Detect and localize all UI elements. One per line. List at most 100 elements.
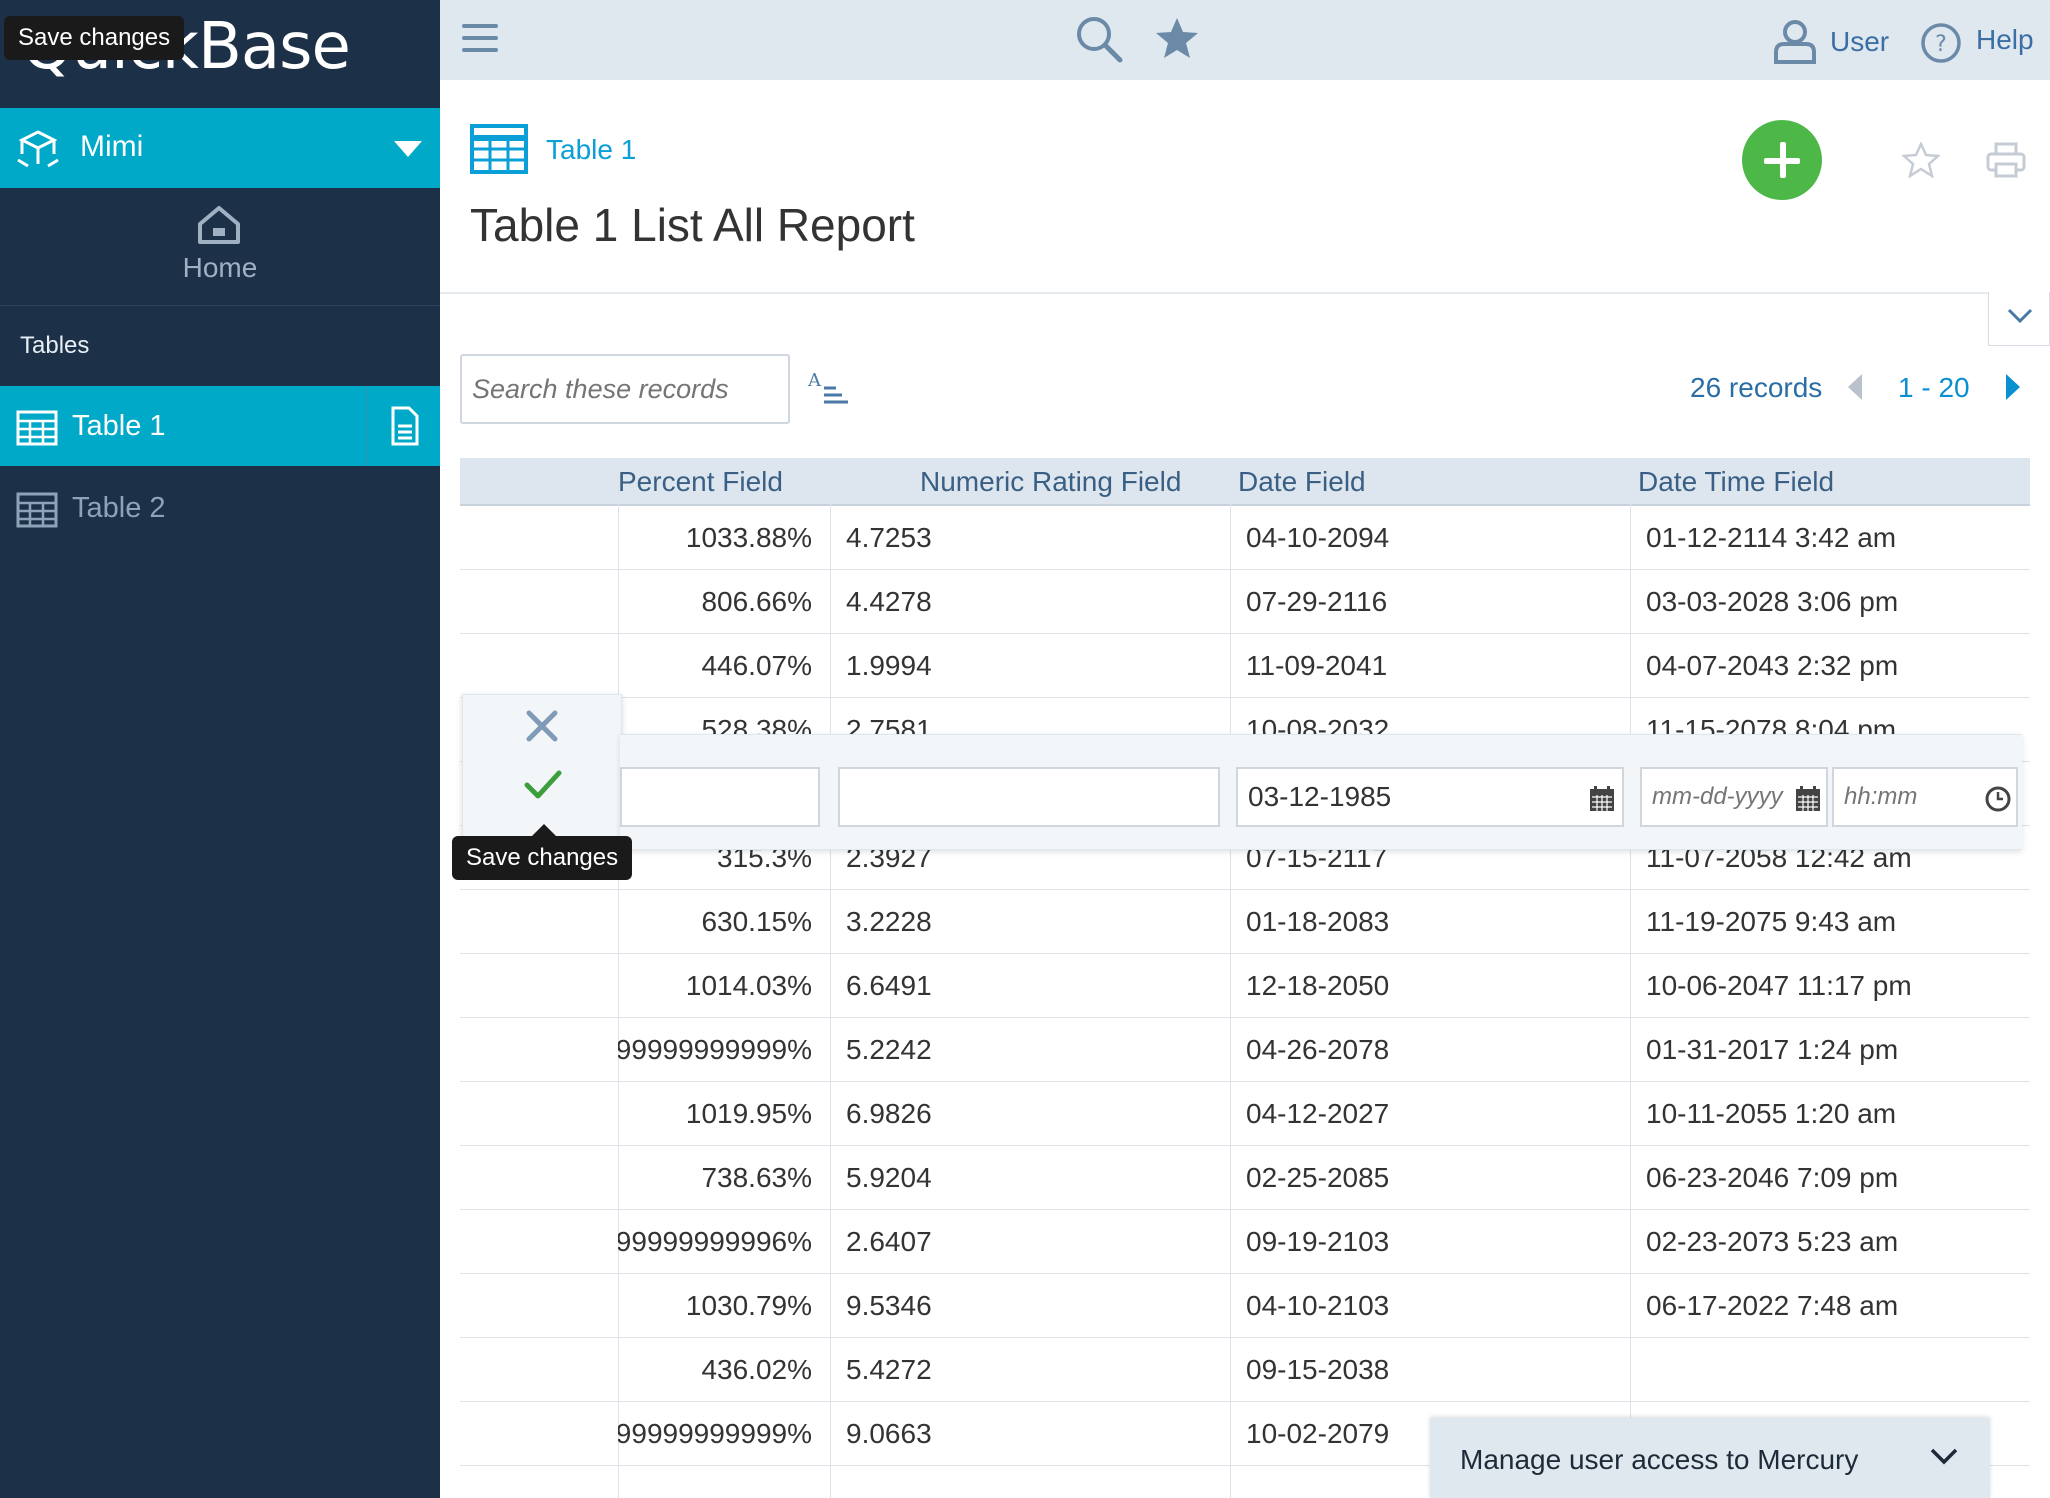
previous-page-button[interactable] [1848, 374, 1862, 400]
chevron-down-icon[interactable] [1930, 1448, 1958, 1466]
sidebar-item-label: Table 2 [72, 492, 166, 524]
date-time-cell: 02-23-2073 5:23 am [1646, 1226, 1899, 1257]
search-icon[interactable] [1074, 14, 1124, 64]
report-button[interactable] [366, 386, 440, 466]
date-cell: 09-15-2038 [1246, 1354, 1390, 1385]
date-cell: 04-10-2094 [1246, 522, 1390, 553]
add-record-button[interactable] [1742, 120, 1822, 200]
svg-text:?: ? [1935, 32, 1947, 57]
percent-cell: 99999999999% [618, 1034, 812, 1065]
date-time-cell: 04-07-2043 2:32 pm [1646, 650, 1899, 681]
inline-edit-row [620, 734, 2022, 850]
sort-icon[interactable]: A [806, 370, 850, 406]
percent-cell: 1030.79% [685, 1290, 812, 1321]
clock-icon[interactable] [1984, 785, 2012, 813]
save-changes-tooltip: Save changes [452, 824, 633, 880]
numeric-rating-cell: 5.9204 [846, 1162, 932, 1193]
calendar-icon[interactable] [1794, 785, 1822, 813]
column-header-percent-field[interactable]: Percent Field [618, 466, 783, 498]
date-time-cell: 06-23-2046 7:09 pm [1646, 1162, 1899, 1193]
percent-cell: 446.07% [701, 650, 812, 681]
manage-access-label: Manage user access to Mercury [1460, 1444, 1859, 1475]
percent-field-input[interactable] [620, 767, 820, 827]
date-cell: 04-10-2103 [1246, 1290, 1390, 1321]
numeric-rating-cell: 9.0663 [846, 1418, 932, 1449]
chevron-down-icon[interactable] [394, 141, 422, 157]
table-row[interactable]: 806.66% 4.4278 07-29-2116 03-03-2028 3:06 p… [460, 570, 2030, 634]
date-cell: 11-09-2041 [1246, 650, 1388, 681]
date-cell: 01-18-2083 [1246, 906, 1390, 937]
star-icon[interactable] [1902, 142, 1940, 178]
print-icon[interactable] [1986, 142, 2026, 178]
sidebar-item-table-2[interactable]: Table 2 [0, 468, 440, 548]
table-row[interactable]: 1019.95% 6.9826 04-12-2027 10-11-2055 1:20 … [460, 1082, 2030, 1146]
date-time-cell: 06-17-2022 7:48 am [1646, 1290, 1899, 1321]
numeric-rating-cell: 5.4272 [846, 1354, 932, 1385]
percent-cell: 436.02% [701, 1354, 812, 1385]
app-switcher[interactable]: Mimi [0, 108, 440, 188]
date-cell: 07-29-2116 [1246, 586, 1388, 617]
table-row[interactable]: 1030.79% 9.5346 04-10-2103 06-17-2022 7:48 … [460, 1274, 2030, 1338]
calendar-icon[interactable] [1588, 785, 1616, 813]
table-row[interactable]: 99999999996% 2.6407 09-19-2103 02-23-2073 5… [460, 1210, 2030, 1274]
table-row[interactable]: 99999999999% 5.2242 04-26-2078 01-31-2017 1… [460, 1018, 2030, 1082]
next-page-button[interactable] [2006, 374, 2020, 400]
date-cell: 09-19-2103 [1246, 1226, 1390, 1257]
table-icon [470, 124, 528, 174]
table-row[interactable]: 738.63% 5.9204 02-25-2085 06-23-2046 7:09 p… [460, 1146, 2030, 1210]
numeric-rating-cell: 2.6407 [846, 1226, 932, 1257]
date-time-cell: 01-31-2017 1:24 pm [1646, 1034, 1899, 1065]
numeric-rating-cell: 1.9994 [846, 650, 932, 681]
percent-cell: 99999999999% [618, 1418, 812, 1449]
percent-cell: 99999999996% [618, 1226, 812, 1257]
percent-cell: 1033.88% [685, 522, 812, 553]
check-icon[interactable] [523, 769, 563, 801]
date-field-input[interactable] [1236, 767, 1624, 827]
table-header: Percent Field Numeric Rating Field Date … [460, 458, 2030, 506]
help-icon[interactable]: ? [1920, 22, 1962, 64]
percent-cell: 1019.95% [685, 1098, 812, 1129]
table-icon [16, 492, 58, 528]
sidebar-item-table-1[interactable]: Table 1 [0, 386, 440, 466]
app-cube-icon [17, 130, 59, 168]
manage-access-panel[interactable]: Manage user access to Mercury [1430, 1418, 1990, 1498]
user-icon[interactable] [1772, 18, 1818, 66]
date-cell: 02-25-2085 [1246, 1162, 1390, 1193]
percent-cell: 806.66% [701, 586, 812, 617]
column-header-date-time-field[interactable]: Date Time Field [1638, 466, 1834, 498]
records-count: 26 records [1690, 372, 1823, 403]
table-row[interactable]: 1014.03% 6.6491 12-18-2050 10-06-2047 11:17… [460, 954, 2030, 1018]
breadcrumb[interactable]: Table 1 [546, 134, 636, 166]
table-row[interactable]: 436.02% 5.4272 09-15-2038 [460, 1338, 2030, 1402]
page-range[interactable]: 1 - 20 [1898, 372, 1970, 404]
user-menu-label[interactable]: User [1830, 26, 1889, 58]
report-icon [391, 406, 419, 446]
column-header-date-field[interactable]: Date Field [1238, 466, 1366, 498]
star-icon[interactable] [1154, 16, 1200, 60]
numeric-rating-cell: 5.2242 [846, 1034, 932, 1065]
date-cell: 12-18-2050 [1246, 970, 1390, 1001]
column-header-numeric-rating-field[interactable]: Numeric Rating Field [920, 466, 1181, 498]
table-row[interactable]: 630.15% 3.2228 01-18-2083 11-19-2075 9:43 a… [460, 890, 2030, 954]
date-cell: 04-26-2078 [1246, 1034, 1390, 1065]
page-title: Table 1 List All Report [470, 199, 915, 251]
date-time-cell: 10-11-2055 1:20 am [1646, 1098, 1897, 1129]
close-icon[interactable] [525, 709, 559, 743]
tables-section-label: Tables [20, 332, 90, 359]
percent-cell: 738.63% [701, 1162, 812, 1193]
table-row[interactable]: 446.07% 1.9994 11-09-2041 04-07-2043 2:32 p… [460, 634, 2030, 698]
numeric-rating-cell: 4.7253 [846, 522, 932, 553]
numeric-rating-cell: 4.4278 [846, 586, 932, 617]
table-row[interactable]: 1033.88% 4.7253 04-10-2094 01-12-2114 3:42 … [460, 506, 2030, 570]
date-cell: 10-02-2079 [1246, 1418, 1390, 1449]
collapse-header-button[interactable] [1988, 292, 2050, 346]
percent-cell: 630.15% [701, 906, 812, 937]
numeric-rating-field-input[interactable] [838, 767, 1220, 827]
menu-icon[interactable] [462, 22, 498, 54]
help-menu-label[interactable]: Help [1976, 24, 2034, 56]
search-input[interactable] [460, 354, 790, 424]
sidebar-item-label: Table 1 [72, 410, 166, 442]
numeric-rating-cell: 6.6491 [846, 970, 932, 1001]
nav-home[interactable]: Home [0, 188, 440, 306]
date-time-cell: 03-03-2028 3:06 pm [1646, 586, 1899, 617]
